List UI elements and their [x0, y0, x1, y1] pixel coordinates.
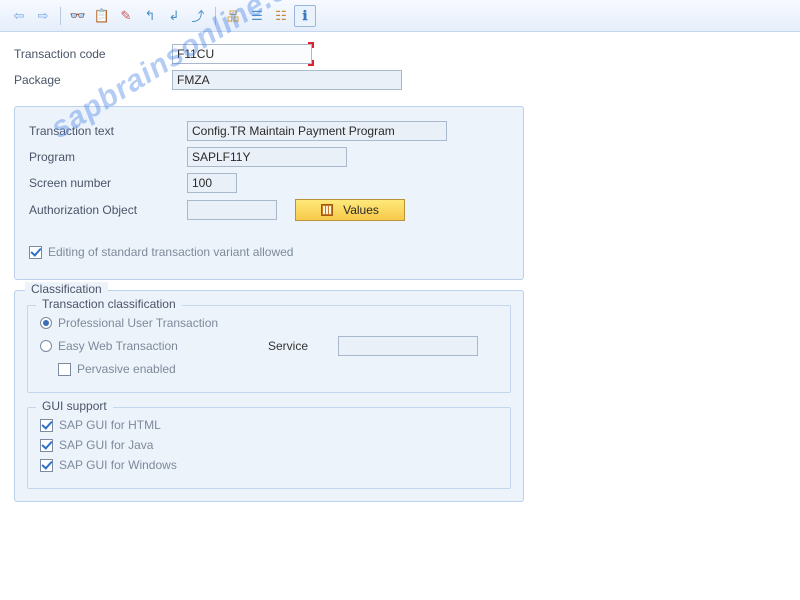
where-used-icon[interactable]: ↰ [139, 5, 161, 27]
grid-icon[interactable]: ☷ [270, 5, 292, 27]
pervasive-label: Pervasive enabled [77, 362, 176, 376]
transaction-text-label: Transaction text [29, 124, 187, 138]
align-icon[interactable]: ☰ [246, 5, 268, 27]
transaction-classification-title: Transaction classification [36, 297, 182, 311]
hierarchy-icon[interactable]: 品 [222, 5, 244, 27]
classification-group: Classification Transaction classificatio… [14, 290, 524, 502]
forward-icon[interactable]: ⇨ [32, 5, 54, 27]
table-icon [321, 204, 333, 216]
edit-variant-checkbox[interactable] [29, 246, 42, 259]
toolbar: ⇦ ⇨ 👓 📋 ✎ ↰ ↲ ⤴ 品 ☰ ☷ ℹ [0, 0, 800, 32]
gui-support-group: GUI support SAP GUI for HTML SAP GUI for… [27, 407, 511, 489]
package-input [172, 70, 402, 90]
easy-web-label: Easy Web Transaction [58, 339, 268, 353]
professional-user-radio[interactable] [40, 317, 52, 329]
required-marker-icon [308, 60, 314, 66]
details-panel: Transaction text Program Screen number A… [14, 106, 524, 280]
gui-java-checkbox[interactable] [40, 439, 53, 452]
auth-object-label: Authorization Object [29, 203, 187, 217]
classification-title: Classification [25, 282, 108, 296]
where-used2-icon[interactable]: ↲ [163, 5, 185, 27]
info-icon[interactable]: ℹ [294, 5, 316, 27]
transaction-text-input [187, 121, 447, 141]
professional-user-label: Professional User Transaction [58, 316, 218, 330]
program-input [187, 147, 347, 167]
gui-support-title: GUI support [36, 399, 113, 413]
values-button-label: Values [343, 203, 379, 217]
content-area: Transaction code Package Transaction tex… [0, 32, 800, 514]
clipboard-icon[interactable]: 📋 [91, 5, 113, 27]
service-input [338, 336, 478, 356]
toolbar-separator [60, 7, 61, 25]
gui-windows-checkbox[interactable] [40, 459, 53, 472]
easy-web-radio[interactable] [40, 340, 52, 352]
gui-html-label: SAP GUI for HTML [59, 418, 161, 432]
values-button[interactable]: Values [295, 199, 405, 221]
pervasive-checkbox[interactable] [58, 363, 71, 376]
package-label: Package [14, 73, 172, 87]
required-marker-icon [308, 42, 314, 48]
gui-html-checkbox[interactable] [40, 419, 53, 432]
back-icon[interactable]: ⇦ [8, 5, 30, 27]
screen-number-input [187, 173, 237, 193]
tcode-label: Transaction code [14, 47, 172, 61]
edit-variant-label: Editing of standard transaction variant … [48, 245, 293, 259]
toolbar-separator [215, 7, 216, 25]
program-label: Program [29, 150, 187, 164]
transaction-classification-group: Transaction classification Professional … [27, 305, 511, 393]
gui-java-label: SAP GUI for Java [59, 438, 153, 452]
auth-object-input [187, 200, 277, 220]
display-icon[interactable]: 👓 [67, 5, 89, 27]
edit-icon[interactable]: ✎ [115, 5, 137, 27]
gui-windows-label: SAP GUI for Windows [59, 458, 177, 472]
export-icon[interactable]: ⤴ [187, 5, 209, 27]
screen-number-label: Screen number [29, 176, 187, 190]
service-label: Service [268, 339, 338, 353]
tcode-input[interactable] [172, 44, 312, 64]
sap-window: ⇦ ⇨ 👓 📋 ✎ ↰ ↲ ⤴ 品 ☰ ☷ ℹ Transaction code… [0, 0, 800, 600]
